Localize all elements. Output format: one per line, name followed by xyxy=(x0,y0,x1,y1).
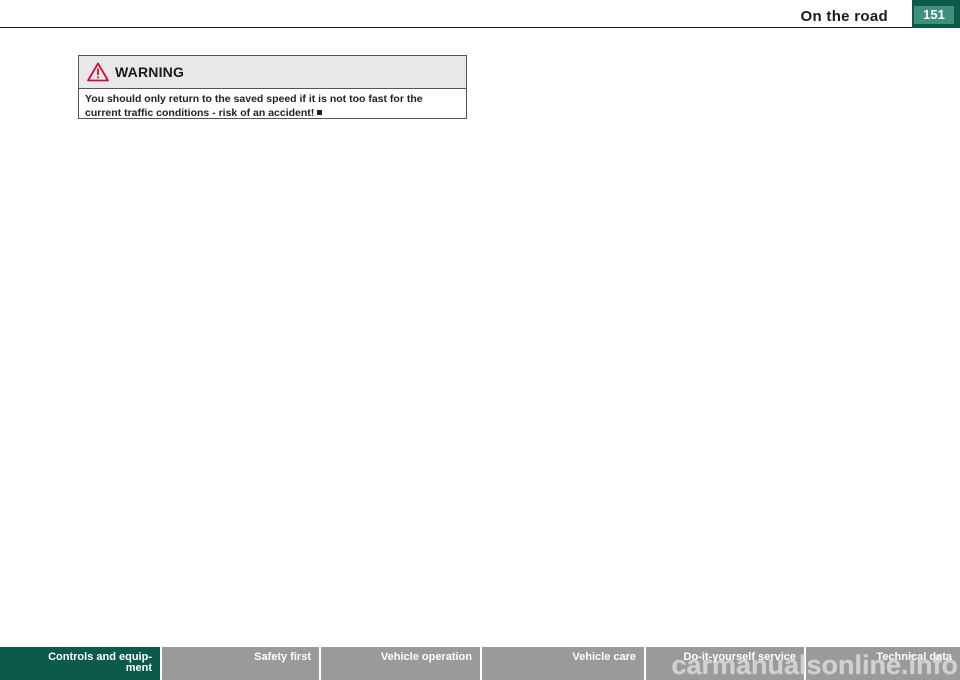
footer-tab-label: Vehicle care xyxy=(572,651,636,663)
warning-body: You should only return to the saved spee… xyxy=(85,93,423,119)
footer-tab-vehicle-operation[interactable]: Vehicle operation xyxy=(321,647,480,680)
footer-tab-vehicle-care[interactable]: Vehicle care xyxy=(482,647,644,680)
warning-header: WARNING xyxy=(79,56,466,89)
footer-tab-label: Controls and equip- ment xyxy=(48,651,152,674)
section-title: On the road xyxy=(800,8,888,25)
warning-title: WARNING xyxy=(115,64,185,80)
footer-tab-label: Safety first xyxy=(254,651,311,663)
warning-text: You should only return to the saved spee… xyxy=(79,89,466,120)
footer-tab-label: Technical data xyxy=(876,651,952,663)
page-number: 151 xyxy=(914,6,954,24)
footer-nav: Controls and equip- ment Safety first Ve… xyxy=(0,647,960,680)
footer-tab-diy-service[interactable]: Do-it-yourself service xyxy=(646,647,804,680)
warning-triangle-icon xyxy=(87,62,109,82)
footer-tab-label: Do-it-yourself service xyxy=(683,651,796,663)
end-of-section-mark xyxy=(317,110,323,115)
footer-tab-controls[interactable]: Controls and equip- ment xyxy=(0,647,160,680)
footer-tab-safety[interactable]: Safety first xyxy=(162,647,319,680)
warning-box: WARNING You should only return to the sa… xyxy=(78,55,467,119)
footer-tab-label: Vehicle operation xyxy=(380,651,472,663)
footer-tab-technical-data[interactable]: Technical data xyxy=(806,647,960,680)
header-rule xyxy=(0,27,912,28)
